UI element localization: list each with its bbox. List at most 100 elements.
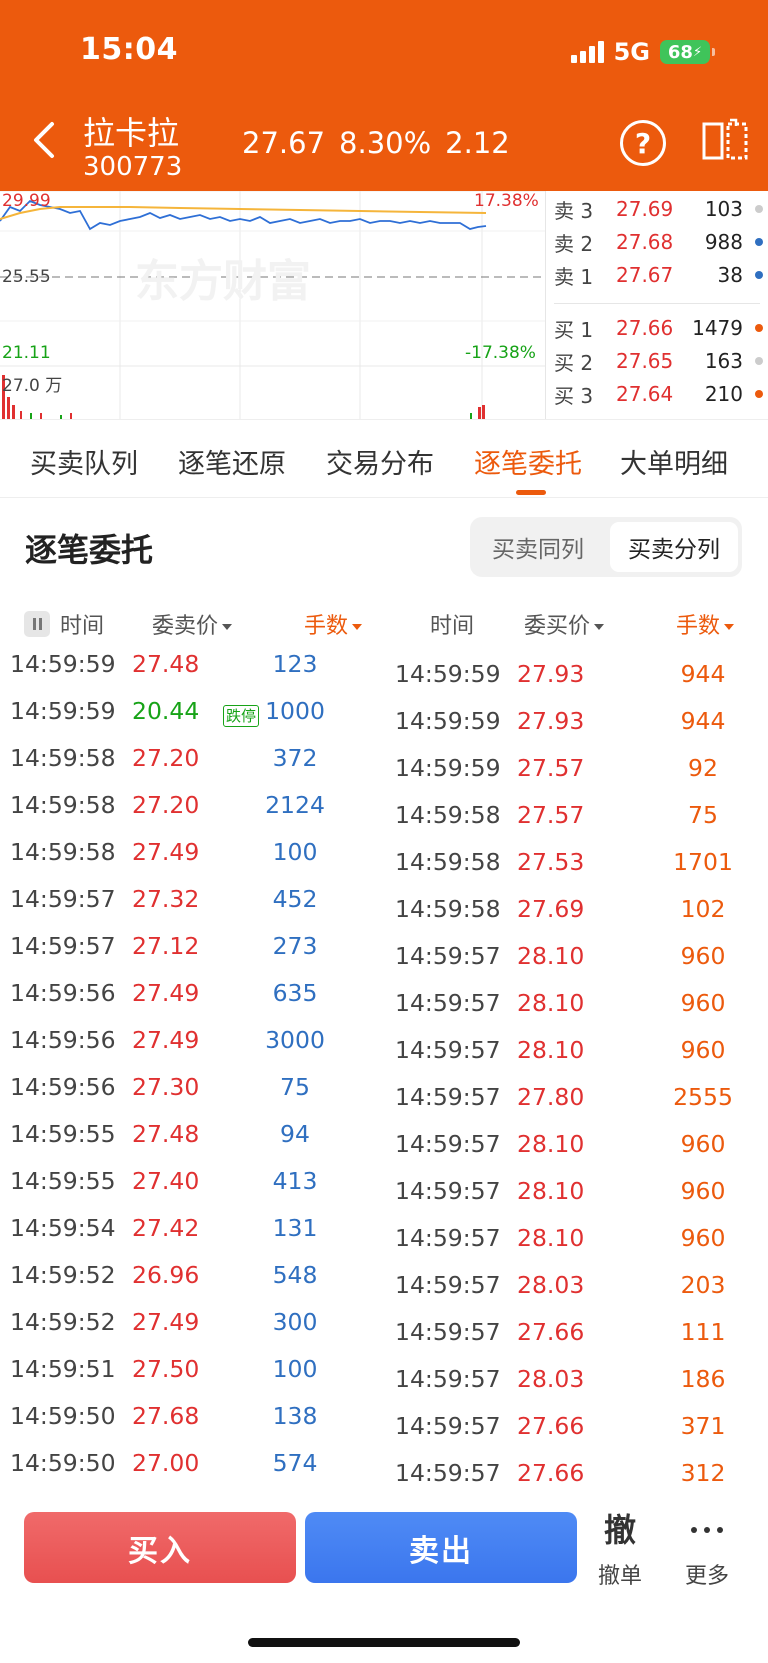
ask-2-price: 27.68 (616, 230, 674, 254)
chart-high-pct: 17.38% (474, 191, 539, 211)
order-price: 27.80 (517, 1083, 585, 1111)
tab-order-queue[interactable]: 买卖队列 (30, 442, 138, 481)
cancel-order-button[interactable]: 撤 撤单 (585, 1508, 655, 1590)
order-volume: 960 (680, 1177, 726, 1205)
sell-order-row: 14:59:51 27.50 100 (10, 1355, 380, 1402)
order-volume: 960 (680, 1224, 726, 1252)
bid-2-row[interactable]: 买 2 27.65 163 (546, 346, 768, 376)
app-header: 15:04 5G 68 ⚡ 拉卡拉 300773 27.67 8.30% 2.12… (0, 0, 768, 191)
order-volume: 413 (272, 1167, 318, 1195)
order-volume: 312 (680, 1459, 726, 1487)
sell-order-row: 14:59:56 27.49 3000 (10, 1026, 380, 1073)
pause-icon[interactable] (24, 611, 50, 637)
order-price: 27.12 (132, 932, 200, 960)
ask-1-dot-icon (755, 271, 763, 279)
tab-large-orders[interactable]: 大单明细 (620, 442, 728, 481)
buy-price-header[interactable]: 委买价 (524, 608, 605, 640)
view-split-column-button[interactable]: 买卖分列 (610, 522, 738, 572)
quote-summary: 27.67 8.30% 2.12 (242, 126, 510, 160)
order-price: 26.96 (132, 1261, 200, 1289)
sell-price-header[interactable]: 委卖价 (152, 608, 233, 640)
cancel-order-label: 撤单 (597, 1564, 642, 1589)
order-time: 14:59:57 (395, 1036, 501, 1064)
sort-caret-icon (352, 624, 363, 630)
order-price: 27.49 (132, 1026, 200, 1054)
order-volume: 203 (680, 1271, 726, 1299)
ask-3-price: 27.69 (616, 197, 674, 221)
order-book-depth[interactable]: 卖 3 27.69 103 卖 2 27.68 988 卖 1 27.67 38… (545, 191, 768, 419)
status-indicators: 5G 68 ⚡ (570, 38, 715, 66)
order-time: 14:59:50 (10, 1402, 116, 1430)
order-price: 27.48 (132, 1120, 200, 1148)
sell-volume-header[interactable]: 手数 (304, 608, 363, 640)
switch-layout-icon[interactable] (700, 118, 750, 164)
order-time: 14:59:57 (395, 1177, 501, 1205)
order-time: 14:59:59 (10, 650, 116, 678)
order-time: 14:59:57 (395, 1412, 501, 1440)
view-same-column-button[interactable]: 买卖同列 (474, 522, 602, 572)
help-icon[interactable]: ? (620, 120, 666, 166)
buy-button[interactable]: 买入 (24, 1512, 296, 1583)
battery-icon: 68 ⚡ (660, 40, 715, 64)
bid-3-row[interactable]: 买 3 27.64 210 (546, 379, 768, 409)
last-price: 27.67 (242, 126, 326, 160)
order-price: 27.49 (132, 979, 200, 1007)
order-volume: 371 (680, 1412, 726, 1440)
sell-order-row: 14:59:55 27.48 94 (10, 1120, 380, 1167)
sell-order-row: 14:59:58 27.49 100 (10, 838, 380, 885)
order-volume: 944 (680, 660, 726, 688)
order-volume: 1000 (265, 697, 325, 725)
tab-trade-distribution[interactable]: 交易分布 (326, 442, 434, 481)
buy-order-row: 14:59:57 27.80 2555 (395, 1083, 768, 1130)
ask-1-row[interactable]: 卖 1 27.67 38 (546, 260, 768, 290)
order-volume: 960 (680, 942, 726, 970)
order-volume: 100 (272, 1355, 318, 1383)
ask-3-volume: 103 (704, 197, 743, 221)
bid-1-volume: 1479 (692, 316, 743, 340)
sell-button[interactable]: 卖出 (305, 1512, 577, 1583)
order-price: 27.57 (517, 754, 585, 782)
bid-1-row[interactable]: 买 1 27.66 1479 (546, 313, 768, 343)
sort-caret-icon (724, 624, 735, 630)
chart-volume-label: 27.0 万 (2, 376, 63, 396)
tab-tick-restore[interactable]: 逐笔还原 (178, 442, 286, 481)
bid-3-volume: 210 (704, 382, 743, 406)
bid-2-dot-icon (755, 357, 763, 365)
intraday-chart[interactable]: 东方财富 29.99 17.38% 25.55 21.11 -17.38% 27… (0, 191, 545, 419)
order-volume: 372 (272, 744, 318, 772)
help-glyph: ? (634, 126, 652, 160)
order-time: 14:59:58 (10, 791, 116, 819)
buy-order-row: 14:59:57 28.10 960 (395, 1036, 768, 1083)
detail-tabs: 买卖队列 逐笔还原 交易分布 逐笔委托 大单明细 (0, 419, 768, 498)
order-price: 27.30 (132, 1073, 200, 1101)
order-volume: 123 (272, 650, 318, 678)
ask-2-row[interactable]: 卖 2 27.68 988 (546, 227, 768, 257)
order-volume: 138 (272, 1402, 318, 1430)
order-time: 14:59:59 (395, 660, 501, 688)
order-price: 28.10 (517, 1224, 585, 1252)
more-button[interactable]: 更多 (672, 1508, 742, 1590)
tab-tick-orders[interactable]: 逐笔委托 (474, 442, 582, 481)
order-time: 14:59:58 (10, 838, 116, 866)
chart-canvas: 东方财富 (0, 191, 545, 419)
section-title: 逐笔委托 (25, 531, 154, 569)
buy-order-row: 14:59:57 28.10 960 (395, 1130, 768, 1177)
buy-volume-header[interactable]: 手数 (676, 608, 735, 640)
volume-bars (2, 375, 485, 419)
order-volume: 100 (272, 838, 318, 866)
ask-2-label: 卖 2 (554, 231, 594, 256)
sell-order-row: 14:59:57 27.32 452 (10, 885, 380, 932)
sell-order-row: 14:59:54 27.42 131 (10, 1214, 380, 1261)
depth-divider (554, 303, 760, 304)
order-volume: 94 (280, 1120, 310, 1148)
order-time: 14:59:59 (395, 707, 501, 735)
order-price: 27.93 (517, 707, 585, 735)
bid-1-price: 27.66 (616, 316, 674, 340)
order-lists[interactable]: 14:59:59 27.48 123 14:59:59 20.44 跌停 1000 14:59… (0, 650, 768, 1496)
sell-order-row: 14:59:59 27.48 123 (10, 650, 380, 697)
sell-order-row: 14:59:52 26.96 548 (10, 1261, 380, 1308)
back-arrow-icon[interactable] (30, 120, 56, 160)
ask-3-row[interactable]: 卖 3 27.69 103 (546, 194, 768, 224)
order-time: 14:59:57 (395, 1271, 501, 1299)
chart-low-pct: -17.38% (465, 343, 536, 363)
